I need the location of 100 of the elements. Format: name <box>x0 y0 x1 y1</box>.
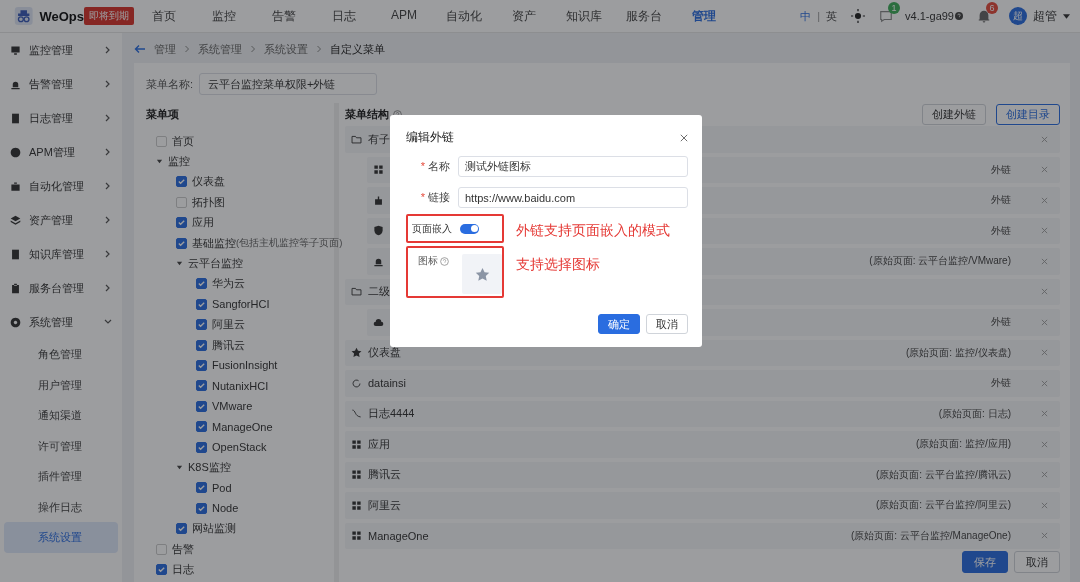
help-icon[interactable] <box>955 12 963 20</box>
sidebar-item[interactable]: 告警管理 <box>4 67 118 101</box>
tree-item-label[interactable]: Pod <box>212 481 232 494</box>
sidebar-subitem[interactable]: 插件管理 <box>4 461 118 492</box>
nav-tab[interactable]: 首页 <box>134 7 194 25</box>
menu-structure-row[interactable]: ManageOne (原始页面: 云平台监控/ManageOne) <box>345 522 1060 549</box>
sidebar-item[interactable]: 知识库管理 <box>4 237 118 271</box>
user-name[interactable]: 超管 <box>1033 7 1057 25</box>
sidebar-subitem[interactable]: 角色管理 <box>4 339 118 370</box>
menu-structure-row[interactable]: 阿里云 (原始页面: 云平台监控/阿里云) <box>345 492 1060 519</box>
theme-icon[interactable] <box>851 9 866 23</box>
tree-item-label[interactable]: NutanixHCI <box>212 379 269 392</box>
expand-caret-icon[interactable] <box>156 158 163 166</box>
tree-item-label[interactable]: FusionInsight <box>212 359 278 372</box>
checkbox[interactable] <box>176 217 187 229</box>
checkbox[interactable] <box>156 563 167 575</box>
checkbox[interactable] <box>196 400 207 412</box>
tree-item-label[interactable]: 阿里云 <box>212 317 245 333</box>
footer-button[interactable]: 保存 <box>962 551 1008 573</box>
sidebar-subitem[interactable]: 许可管理 <box>4 430 118 461</box>
language-option[interactable]: 中 <box>800 8 812 24</box>
sidebar-item[interactable]: 资产管理 <box>4 203 118 237</box>
tree-item-label[interactable]: 日志 <box>172 561 194 577</box>
back-arrow-icon[interactable] <box>134 44 146 54</box>
checkbox[interactable] <box>196 298 207 310</box>
bell-icon[interactable] <box>977 9 991 23</box>
tree-item-label[interactable]: OpenStack <box>212 441 267 454</box>
dialog-button[interactable]: 取消 <box>646 314 688 334</box>
nav-tab[interactable]: 日志 <box>314 7 374 25</box>
menu-name-field[interactable]: 云平台监控菜单权限+外链 <box>199 73 378 95</box>
breadcrumb-item[interactable]: 系统设置 <box>264 41 308 57</box>
tree-item-label[interactable]: SangforHCI <box>212 298 270 311</box>
sidebar-item[interactable]: 日志管理 <box>4 101 118 135</box>
tree-item-label[interactable]: 腾讯云 <box>212 337 245 353</box>
dialog-button[interactable]: 确定 <box>598 314 640 334</box>
sidebar-item[interactable]: 服务台管理 <box>4 271 118 305</box>
checkbox[interactable] <box>176 237 187 249</box>
nav-tab[interactable]: 资产 <box>494 7 554 25</box>
footer-button[interactable]: 取消 <box>1014 551 1060 573</box>
tree-item-label[interactable]: 拓扑图 <box>192 194 225 210</box>
close-icon[interactable] <box>680 133 688 142</box>
tree-item-label[interactable]: 云平台监控 <box>188 256 243 272</box>
tree-item-label[interactable]: ManageOne <box>212 420 273 433</box>
sidebar-item[interactable]: APM管理 <box>4 135 118 169</box>
checkbox[interactable] <box>196 482 207 494</box>
sidebar-item[interactable]: 系统管理 <box>4 305 118 339</box>
checkbox[interactable] <box>196 360 207 371</box>
nav-tab[interactable]: 服务台 <box>614 7 674 25</box>
sidebar-subitem[interactable]: 用户管理 <box>4 369 118 400</box>
sidebar-subitem[interactable]: 系统设置 <box>4 522 118 553</box>
menu-structure-row[interactable]: 腾讯云 (原始页面: 云平台监控/腾讯云) <box>345 461 1060 488</box>
language-option[interactable]: 英 <box>826 8 838 24</box>
tree-item-label[interactable]: 告警 <box>172 541 194 557</box>
sidebar-subitem[interactable]: 操作日志 <box>4 491 118 522</box>
checkbox[interactable] <box>196 380 207 392</box>
create-button[interactable]: 创建目录 <box>996 103 1060 125</box>
chevron-icon <box>104 148 112 156</box>
menu-structure-row[interactable]: 应用 (原始页面: 监控/应用) <box>345 431 1060 458</box>
tree-item-label[interactable]: 监控 <box>168 154 190 170</box>
checkbox[interactable] <box>196 421 207 433</box>
breadcrumb-item[interactable]: 系统管理 <box>198 41 242 57</box>
caret-icon[interactable] <box>1063 13 1070 19</box>
tree-item-label[interactable]: 首页 <box>172 133 194 149</box>
chevron-icon <box>104 250 112 258</box>
text-field[interactable]: https://www.baidu.com <box>458 187 688 208</box>
create-button[interactable]: 创建外链 <box>922 103 986 125</box>
nav-tab[interactable]: 管理 <box>674 7 734 25</box>
checkbox[interactable] <box>196 502 207 514</box>
expand-caret-icon[interactable] <box>176 463 183 471</box>
checkbox[interactable] <box>196 319 207 331</box>
tree-item-label[interactable]: 仪表盘 <box>192 174 225 190</box>
sidebar-item[interactable]: 监控管理 <box>4 33 118 67</box>
tree-item-label[interactable]: 华为云 <box>212 276 245 292</box>
menu-structure-row[interactable]: datainsi 外链 <box>345 370 1060 397</box>
tree-item-label[interactable]: Node <box>212 502 239 515</box>
checkbox[interactable] <box>196 278 207 290</box>
checkbox[interactable] <box>196 339 207 351</box>
embed-toggle[interactable] <box>460 223 479 234</box>
nav-tab[interactable]: 告警 <box>254 7 314 25</box>
tree-item-label[interactable]: 基础监控 <box>192 235 236 251</box>
menu-structure-row[interactable]: 日志4444 (原始页面: 日志) <box>345 400 1060 427</box>
tree-item-label[interactable]: K8S监控 <box>188 459 231 475</box>
expand-caret-icon[interactable] <box>176 260 183 268</box>
checkbox[interactable] <box>196 441 207 453</box>
message-icon[interactable] <box>879 9 894 23</box>
tree-item-label[interactable]: 网站监测 <box>192 521 236 537</box>
icon-picker[interactable] <box>462 254 502 294</box>
sidebar-item[interactable]: 自动化管理 <box>4 169 118 203</box>
nav-tab[interactable]: 知识库 <box>554 7 614 25</box>
nav-tab[interactable]: 监控 <box>194 7 254 25</box>
breadcrumb-item[interactable]: 管理 <box>154 41 176 57</box>
checkbox[interactable] <box>176 523 187 535</box>
sidebar-subitem[interactable]: 通知渠道 <box>4 400 118 431</box>
text-field[interactable]: 测试外链图标 <box>458 156 688 177</box>
tree-item-label[interactable]: 应用 <box>192 215 214 231</box>
checkbox[interactable] <box>176 176 187 188</box>
user-avatar[interactable]: 超 <box>1009 7 1027 25</box>
nav-tab[interactable]: 自动化 <box>434 7 494 25</box>
nav-tab[interactable]: APM <box>374 7 434 25</box>
tree-item-label[interactable]: VMware <box>212 400 253 413</box>
